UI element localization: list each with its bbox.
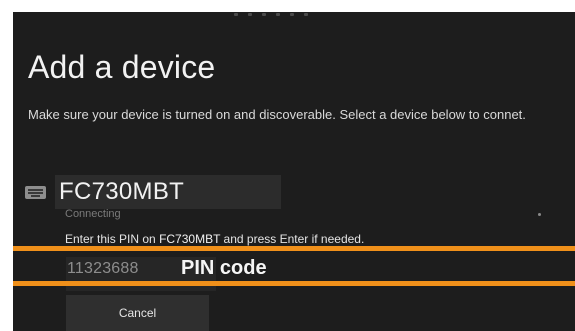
progress-dot xyxy=(538,213,541,216)
pin-instruction-suffix: and press Enter if needed. xyxy=(223,232,365,246)
pin-highlight-box xyxy=(13,246,575,286)
pin-instruction-device: FC730MBT xyxy=(159,232,221,246)
cancel-button[interactable]: Cancel xyxy=(66,295,209,331)
device-status: Connecting xyxy=(65,208,121,220)
title-bar-dots xyxy=(234,13,344,19)
pin-instruction-prefix: Enter this PIN on xyxy=(65,232,156,246)
dialog-title: Add a device xyxy=(28,49,216,85)
device-list-item[interactable]: FC730MBT xyxy=(25,175,282,209)
add-device-dialog: Add a device Make sure your device is tu… xyxy=(13,12,575,331)
device-name-box[interactable]: FC730MBT xyxy=(55,175,281,209)
dialog-description: Make sure your device is turned on and d… xyxy=(28,107,526,122)
keyboard-icon xyxy=(25,185,46,199)
pin-instruction: Enter this PIN on FC730MBT and press Ent… xyxy=(65,232,364,246)
device-name: FC730MBT xyxy=(59,178,185,205)
screenshot-frame: Add a device Make sure your device is tu… xyxy=(0,0,575,331)
